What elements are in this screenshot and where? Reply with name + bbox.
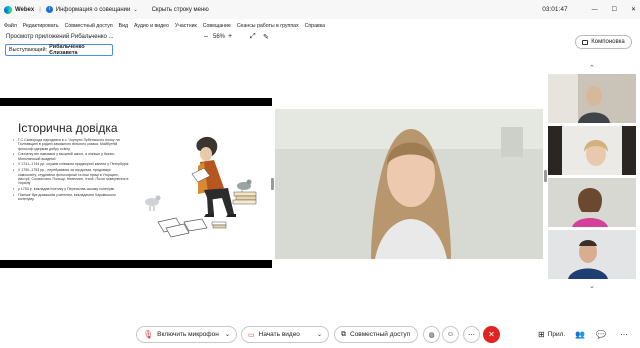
fit-screen-icon[interactable]: ⤢	[250, 33, 256, 41]
participant-thumbnail[interactable]	[548, 74, 636, 123]
webex-logo-icon	[4, 5, 12, 14]
share-button-label: Совместный доступ	[350, 331, 411, 338]
reactions-button[interactable]: ☺	[442, 326, 459, 343]
slide-bottom-bar	[0, 260, 272, 268]
participant-thumbnail[interactable]	[548, 126, 636, 175]
thumbnails-scroll-down-icon[interactable]: ⌄	[589, 282, 595, 290]
share-screen-icon: ⧉	[341, 330, 346, 338]
participant-video	[548, 74, 636, 123]
menu-item-view[interactable]: Вид	[119, 23, 128, 29]
philosopher-illustration	[145, 136, 257, 238]
app-name: Webex	[15, 6, 35, 13]
slide-bullet: У 1750–1753 рр., перебуваючи за кордоном…	[12, 168, 130, 185]
zoom-in-button[interactable]: +	[228, 33, 232, 40]
slide-title: Історична довідка	[18, 121, 118, 135]
shared-slide: Історична довідка Г.С.Сковорода народивс…	[0, 98, 272, 268]
minimize-icon[interactable]: —	[592, 7, 598, 13]
zoom-level: 56%	[213, 34, 226, 40]
presenter-name: Рибальченко Єлизавета	[49, 44, 85, 56]
end-call-button[interactable]: ✕	[483, 326, 500, 343]
layout-button[interactable]: Компоновка	[575, 35, 632, 49]
mic-muted-icon: 🎙	[143, 330, 154, 339]
more-panels-button[interactable]: ⋯	[620, 330, 628, 339]
title-bar: Webex | i Информация о совещании ⌄ Скрыт…	[0, 0, 640, 19]
chat-button[interactable]: 💬	[596, 330, 606, 339]
close-icon: ✕	[488, 330, 495, 339]
apps-button[interactable]: ⊞ Прил.	[538, 330, 565, 339]
chevron-down-icon[interactable]: ⌄	[317, 331, 322, 338]
video-button-label: Начать видео	[258, 331, 300, 338]
close-icon[interactable]: ✕	[631, 6, 636, 13]
menu-item-share[interactable]: Совместный доступ	[65, 23, 113, 29]
participant-video	[548, 178, 636, 227]
maximize-icon[interactable]: ☐	[612, 6, 617, 13]
record-button[interactable]: ◍	[423, 326, 440, 343]
chevron-down-icon[interactable]: ⌄	[133, 7, 137, 13]
apps-button-label: Прил.	[547, 331, 566, 338]
panel-resize-handle[interactable]	[271, 178, 274, 190]
apps-grid-icon: ⊞	[538, 330, 545, 339]
video-button[interactable]: ▭ Начать видео ⌄	[241, 326, 329, 343]
participants-icon: 👥	[575, 330, 585, 339]
menu-item-breakout[interactable]: Сеансы работы в группах	[237, 23, 299, 29]
chevron-down-icon[interactable]: ⌄	[225, 331, 230, 338]
thumbnail-resize-handle[interactable]	[544, 170, 547, 182]
menu-item-help[interactable]: Справка	[305, 23, 325, 29]
window-controls: 03:01:47 — ☐ ✕	[542, 0, 636, 19]
mic-button[interactable]: 🎙 Включить микрофон ⌄	[136, 326, 237, 343]
slide-bullet: у 1753 р. викладав поетику у Переяслав-с…	[12, 187, 130, 192]
layout-label: Компоновка	[591, 39, 625, 45]
more-icon: ⋯	[468, 331, 475, 339]
menu-item-file[interactable]: Файл	[4, 23, 17, 29]
menu-bar: Файл Редактировать Совместный доступ Вид…	[0, 19, 640, 32]
more-icon: ⋯	[620, 330, 628, 339]
meeting-info-link[interactable]: Информация о совещании	[56, 7, 131, 13]
slide-top-bar	[0, 98, 272, 106]
menu-item-meeting[interactable]: Совещание	[203, 23, 231, 29]
slide-bullet-list: Г.С.Сковорода народився в с. Чорнухи Луб…	[12, 138, 130, 203]
record-icon: ◍	[428, 331, 435, 339]
menu-item-audio-video[interactable]: Аудио и видео	[134, 23, 169, 29]
mic-button-label: Включить микрофон	[157, 331, 219, 338]
more-options-button[interactable]: ⋯	[463, 326, 480, 343]
menu-item-participant[interactable]: Участник	[175, 23, 197, 29]
smiley-icon: ☺	[446, 331, 455, 338]
layout-icon	[582, 39, 589, 45]
participant-video	[548, 230, 636, 279]
annotate-icon[interactable]: ✎	[263, 33, 269, 41]
participant-video	[548, 126, 636, 175]
hide-menu-button[interactable]: Скрыть строку меню	[152, 7, 209, 13]
slide-bullet: У 1741–1744 рр. служив співаком придворн…	[12, 162, 130, 167]
slide-bullet: Г.С.Сковорода народився в с. Чорнухи Луб…	[12, 138, 130, 151]
chat-icon: 💬	[596, 330, 606, 339]
slide-bullet: Пізніше був домашнім учителем, викладаче…	[12, 193, 130, 202]
video-off-icon: ▭	[248, 331, 255, 339]
slide-bullet: Спочатку він навчався у місцевій школі, …	[12, 152, 130, 161]
presenter-label: Выступающий: Рибальченко Єлизавета	[5, 44, 113, 56]
presenter-prefix: Выступающий:	[9, 47, 48, 53]
speaker-video-frame	[275, 109, 543, 259]
participants-button[interactable]: 👥	[575, 330, 585, 339]
main-video-tile[interactable]	[275, 109, 543, 259]
info-icon[interactable]: i	[45, 6, 53, 13]
zoom-out-button[interactable]: –	[204, 33, 208, 40]
title-separator: |	[39, 6, 41, 13]
thumbnails-scroll-up-icon[interactable]: ⌃	[589, 64, 595, 72]
menu-item-edit[interactable]: Редактировать	[23, 23, 59, 29]
share-view-title: Просмотр приложений Рибальченко ...	[6, 34, 114, 40]
meeting-controls: 🎙 Включить микрофон ⌄ ▭ Начать видео ⌄ ⧉…	[0, 324, 640, 348]
meeting-timer: 03:01:47	[542, 6, 568, 13]
share-button[interactable]: ⧉ Совместный доступ	[334, 326, 418, 343]
participant-thumbnail[interactable]	[548, 178, 636, 227]
participant-thumbnail[interactable]	[548, 230, 636, 279]
